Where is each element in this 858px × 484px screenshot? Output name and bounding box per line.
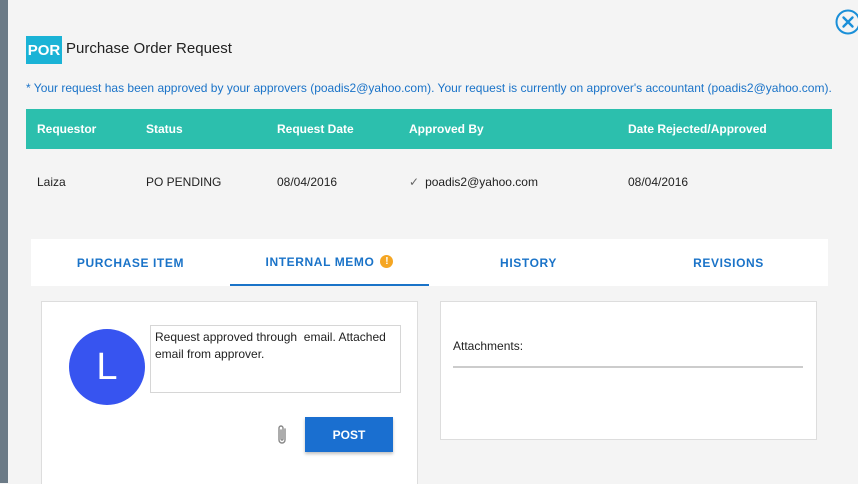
approval-notice: * Your request has been approved by your… — [26, 81, 832, 95]
paperclip-icon[interactable] — [274, 423, 290, 447]
warning-icon: ! — [380, 255, 393, 268]
requestor-cell: Laiza — [37, 175, 66, 189]
por-logo: POR — [26, 36, 62, 64]
column-header-requestor: Requestor — [37, 122, 96, 136]
tab-purchase-item[interactable]: PURCHASE ITEM — [31, 239, 230, 286]
tab-internal-memo[interactable]: INTERNAL MEMO ! — [230, 239, 429, 286]
approved-by-cell: ✓ poadis2@yahoo.com — [409, 175, 538, 189]
column-header-request-date: Request Date — [277, 122, 354, 136]
column-header-approved-by: Approved By — [409, 122, 484, 136]
column-header-status: Status — [146, 122, 183, 136]
status-cell: PO PENDING — [146, 175, 221, 189]
post-button[interactable]: POST — [305, 417, 393, 452]
memo-panel: L Request approved through email. Attach… — [41, 301, 418, 484]
tab-label: INTERNAL MEMO — [266, 255, 375, 269]
tab-history[interactable]: HISTORY — [429, 239, 628, 286]
attachments-panel: Attachments: — [440, 301, 817, 440]
tab-bar: PURCHASE ITEM INTERNAL MEMO ! HISTORY RE… — [31, 239, 828, 286]
memo-textarea[interactable]: Request approved through email. Attached… — [150, 325, 401, 393]
page-title: Purchase Order Request — [66, 40, 232, 57]
tab-label: REVISIONS — [693, 256, 764, 270]
attachments-divider — [453, 366, 803, 368]
tab-label: PURCHASE ITEM — [77, 256, 184, 270]
date-rejected-approved-cell: 08/04/2016 — [628, 175, 688, 189]
purchase-order-modal: POR Purchase Order Request * Your reques… — [8, 0, 858, 483]
tab-revisions[interactable]: REVISIONS — [629, 239, 828, 286]
tab-label: HISTORY — [500, 256, 557, 270]
approver-email: poadis2@yahoo.com — [425, 175, 538, 189]
column-header-date-rejected-approved: Date Rejected/Approved — [628, 122, 767, 136]
checkmark-icon: ✓ — [409, 175, 419, 189]
attachments-label: Attachments: — [453, 339, 523, 353]
avatar: L — [69, 329, 145, 405]
backdrop — [0, 0, 8, 483]
table-row: Laiza PO PENDING 08/04/2016 ✓ poadis2@yah… — [26, 149, 832, 215]
close-icon[interactable] — [835, 9, 858, 35]
request-date-cell: 08/04/2016 — [277, 175, 337, 189]
table-header: Requestor Status Request Date Approved B… — [26, 109, 832, 149]
